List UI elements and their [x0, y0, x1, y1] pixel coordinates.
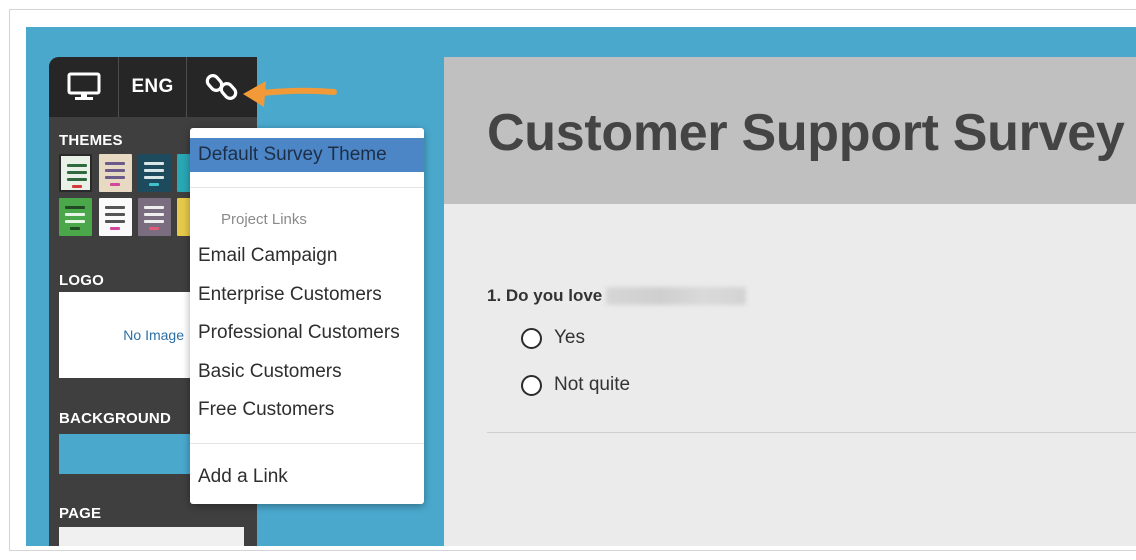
blurred-text: [606, 287, 747, 305]
question-divider: [487, 432, 1136, 433]
background-label: BACKGROUND: [59, 410, 171, 427]
dropdown-item-default-theme[interactable]: Default Survey Theme: [190, 138, 424, 172]
option-label: Yes: [554, 327, 585, 348]
language-button[interactable]: ENG: [119, 57, 186, 117]
logo-label: LOGO: [59, 272, 104, 289]
no-image-text: No Image: [123, 327, 184, 343]
radio-button[interactable]: [521, 327, 542, 349]
radio-button[interactable]: [521, 374, 542, 396]
dropdown-separator: [190, 443, 424, 444]
page-label: PAGE: [59, 505, 102, 522]
theme-thumbnail[interactable]: [99, 154, 132, 192]
theme-thumbnail[interactable]: [59, 154, 92, 192]
theme-thumbnail[interactable]: [177, 198, 191, 236]
dropdown-item-link[interactable]: Enterprise Customers: [190, 278, 424, 312]
theme-thumbnail[interactable]: [177, 154, 191, 192]
dropdown-separator: [190, 187, 424, 188]
editor-toolbar: ENG: [49, 57, 257, 117]
theme-thumbnail[interactable]: [138, 198, 171, 236]
dropdown-item-link[interactable]: Professional Customers: [190, 316, 424, 350]
survey-preview: Customer Support Survey 1. Do you love Y…: [444, 57, 1136, 546]
dropdown-item-link[interactable]: Basic Customers: [190, 355, 424, 389]
option-label: Not quite: [554, 374, 631, 395]
dropdown-item-link[interactable]: Email Campaign: [190, 239, 424, 273]
option-not-quite[interactable]: Not quite: [521, 374, 630, 396]
survey-title: Customer Support Survey: [487, 104, 1125, 162]
links-dropdown-menu: Default Survey Theme Project Links Email…: [190, 128, 424, 504]
monitor-icon: [67, 72, 100, 100]
question-text: 1. Do you love: [487, 286, 747, 306]
theme-thumbnail[interactable]: [138, 154, 171, 192]
question-label: 1. Do you love: [487, 286, 603, 305]
theme-thumbnail[interactable]: [99, 198, 132, 236]
theme-thumbnail[interactable]: [59, 198, 92, 236]
desktop-view-button[interactable]: [49, 57, 118, 117]
option-yes[interactable]: Yes: [521, 327, 585, 349]
link-icon: [205, 74, 238, 100]
page-color-swatch[interactable]: [59, 527, 244, 546]
survey-header: Customer Support Survey: [444, 57, 1136, 204]
orange-arrow-icon: [243, 81, 337, 107]
project-links-heading: Project Links: [221, 211, 307, 228]
add-link-item[interactable]: Add a Link: [190, 460, 424, 494]
themes-label: THEMES: [59, 132, 123, 149]
dropdown-item-link[interactable]: Free Customers: [190, 393, 424, 427]
